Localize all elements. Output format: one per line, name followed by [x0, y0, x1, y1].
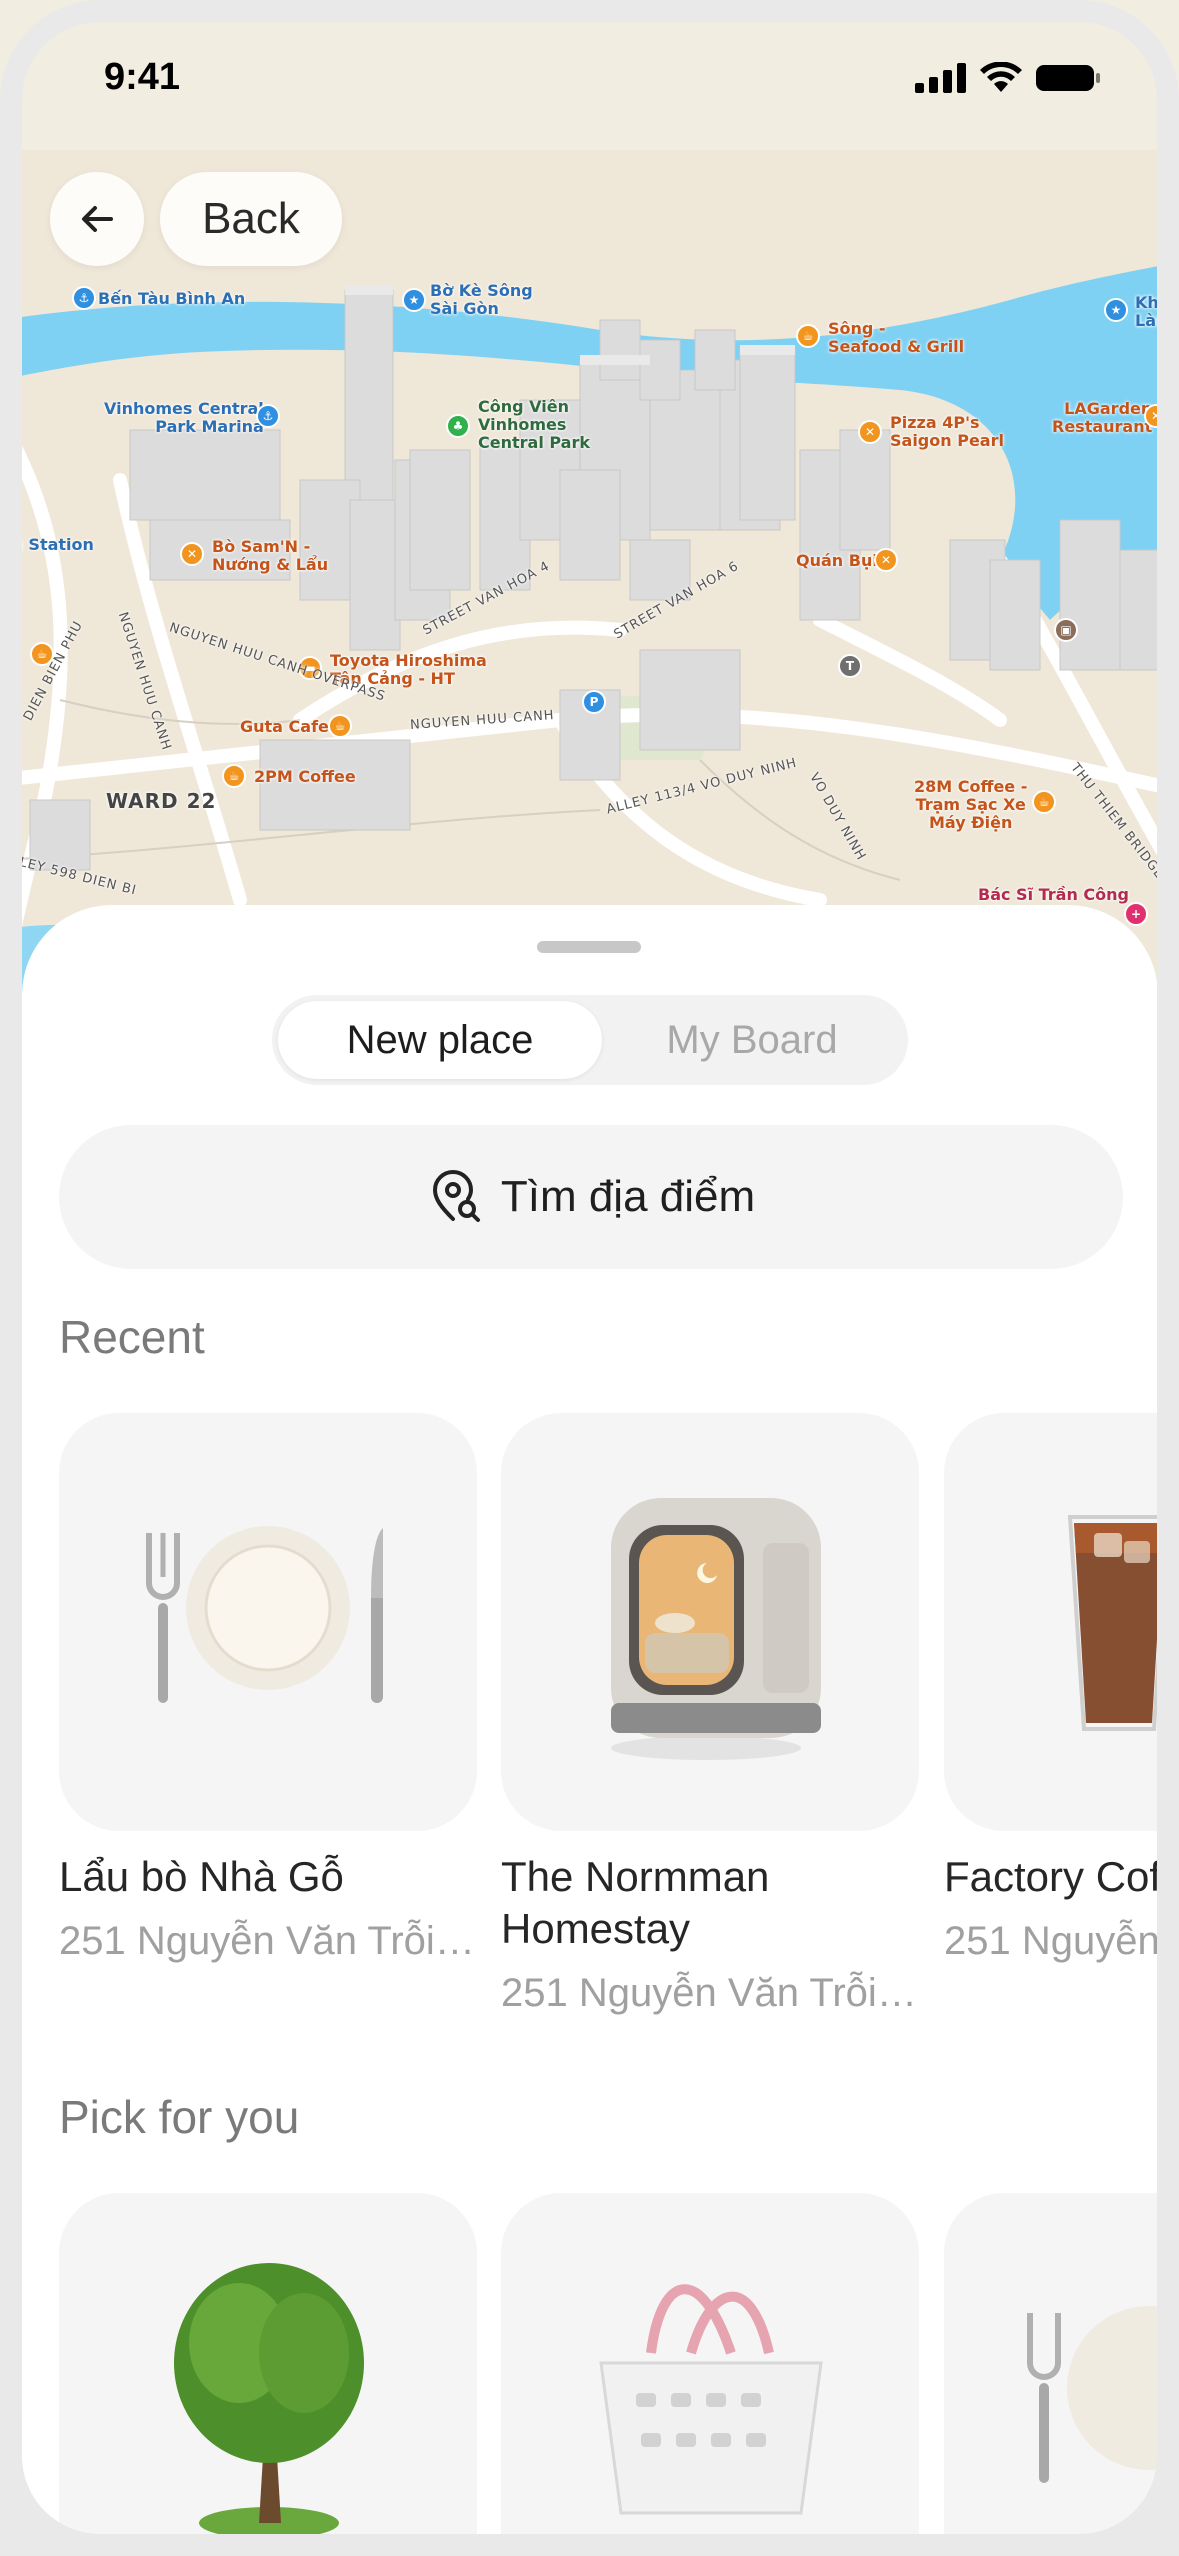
search-input[interactable]: Tìm địa điểm — [59, 1125, 1123, 1269]
restaurant-pin-icon[interactable]: ✕ — [1144, 404, 1168, 428]
transit-pin-icon[interactable]: T — [838, 654, 862, 678]
map-label: LAGarden Restaurant — [1052, 399, 1153, 436]
plate-cutlery-icon — [146, 1526, 383, 1703]
place-name: Lẩu bò Nhà Gỗ — [59, 1853, 344, 1900]
marina-pin-icon[interactable]: ⚓ — [256, 404, 280, 428]
pick-card[interactable] — [59, 2193, 477, 2545]
recent-title: Recent — [59, 1311, 205, 1363]
cellular-signal-icon — [915, 63, 966, 93]
map-label: Công Viên Vinhomes Central Park — [478, 397, 590, 452]
restaurant-pin-icon[interactable]: ✕ — [874, 548, 898, 572]
star-pin-icon[interactable]: ★ — [402, 288, 426, 312]
star-pin-icon[interactable]: ★ — [1104, 298, 1128, 322]
recent-card[interactable] — [944, 1413, 1158, 1831]
map-label: Bến Tàu Bình An — [98, 289, 246, 308]
plate-cutlery-icon — [1027, 2306, 1158, 2483]
restaurant-pin-icon[interactable]: ✕ — [180, 542, 204, 566]
pick-card[interactable] — [944, 2193, 1158, 2545]
place-address: 251 Nguyễn Văn Trỗi, Phường 10 — [59, 1919, 479, 1963]
cafe-pin-icon[interactable]: ☕ — [328, 714, 352, 738]
status-time: 9:41 — [104, 56, 181, 98]
map-label: ng Station — [0, 535, 94, 554]
map-label: Quán Bụi — [796, 551, 878, 570]
status-icons — [915, 62, 1101, 94]
map-label: Pizza 4P's Saigon Pearl — [890, 413, 1004, 450]
map-label: Bò Sam'N - Nướng & Lẩu — [212, 537, 329, 574]
sheet-drag-handle[interactable] — [537, 941, 641, 953]
place-name: The Normman Homestay — [501, 1853, 770, 1952]
map-label: Sông - Seafood & Grill — [828, 319, 965, 356]
wifi-icon — [980, 62, 1022, 92]
map-label: 28M Coffee - Trạm Sạc Xe Máy Điện — [914, 777, 1028, 832]
map-label: 2PM Coffee — [254, 767, 356, 786]
place-name: Factory Coffee — [944, 1853, 1158, 1900]
back-button[interactable]: Back — [160, 172, 342, 266]
search-placeholder: Tìm địa điểm — [500, 1172, 756, 1221]
status-bar: 9:41 — [0, 0, 1179, 150]
map-label: NJ — [0, 645, 20, 664]
segmented-control: New place My Board — [272, 995, 908, 1085]
restaurant-pin-icon[interactable]: ✕ — [858, 420, 882, 444]
basket-icon — [599, 2284, 823, 2515]
arrow-left-icon — [82, 206, 113, 232]
place-address: 251 Nguyễn Văn Trỗi, Phường 10 — [501, 1971, 921, 2015]
map-label: Vinhomes Central Park Marina — [104, 399, 264, 436]
battery-icon — [1036, 65, 1100, 91]
map-label: Bờ Kè Sông Sài Gòn — [430, 281, 533, 318]
pick-card[interactable] — [501, 2193, 919, 2545]
shop-pin-icon[interactable]: ▣ — [1054, 618, 1078, 642]
restaurant-pin-icon[interactable]: ☕ — [796, 324, 820, 348]
bottom-sheet: New place My Board Tìm địa điểm Recent L… — [22, 905, 1158, 2545]
place-address: 251 Nguyễn Văn Trỗi — [944, 1919, 1158, 1963]
ferry-pin-icon[interactable]: ⚓ — [72, 286, 96, 310]
parking-pin-icon[interactable]: P — [582, 690, 606, 714]
map-label: Khu D Làng — [1135, 293, 1179, 330]
location-search-icon — [432, 1170, 480, 1222]
tree-icon — [174, 2263, 364, 2539]
pick-for-you-title: Pick for you — [59, 2091, 300, 2143]
map-label: Guta Cafe — [240, 717, 329, 736]
recent-card[interactable] — [501, 1413, 919, 1831]
iced-coffee-icon — [1067, 1515, 1158, 1731]
cafe-pin-icon[interactable]: ☕ — [222, 764, 246, 788]
tab-my-board[interactable]: My Board — [602, 1001, 902, 1079]
back-arrow-button[interactable] — [50, 172, 144, 266]
recent-card[interactable] — [59, 1413, 477, 1831]
cafe-pin-icon[interactable]: ☕ — [1032, 790, 1056, 814]
map-label: WARD 22 — [106, 789, 217, 813]
park-pin-icon[interactable]: ♣ — [446, 414, 470, 438]
clinic-pin-icon[interactable]: + — [1124, 902, 1148, 926]
sleeping-pod-icon — [611, 1498, 821, 1760]
tab-new-place[interactable]: New place — [278, 1001, 602, 1079]
